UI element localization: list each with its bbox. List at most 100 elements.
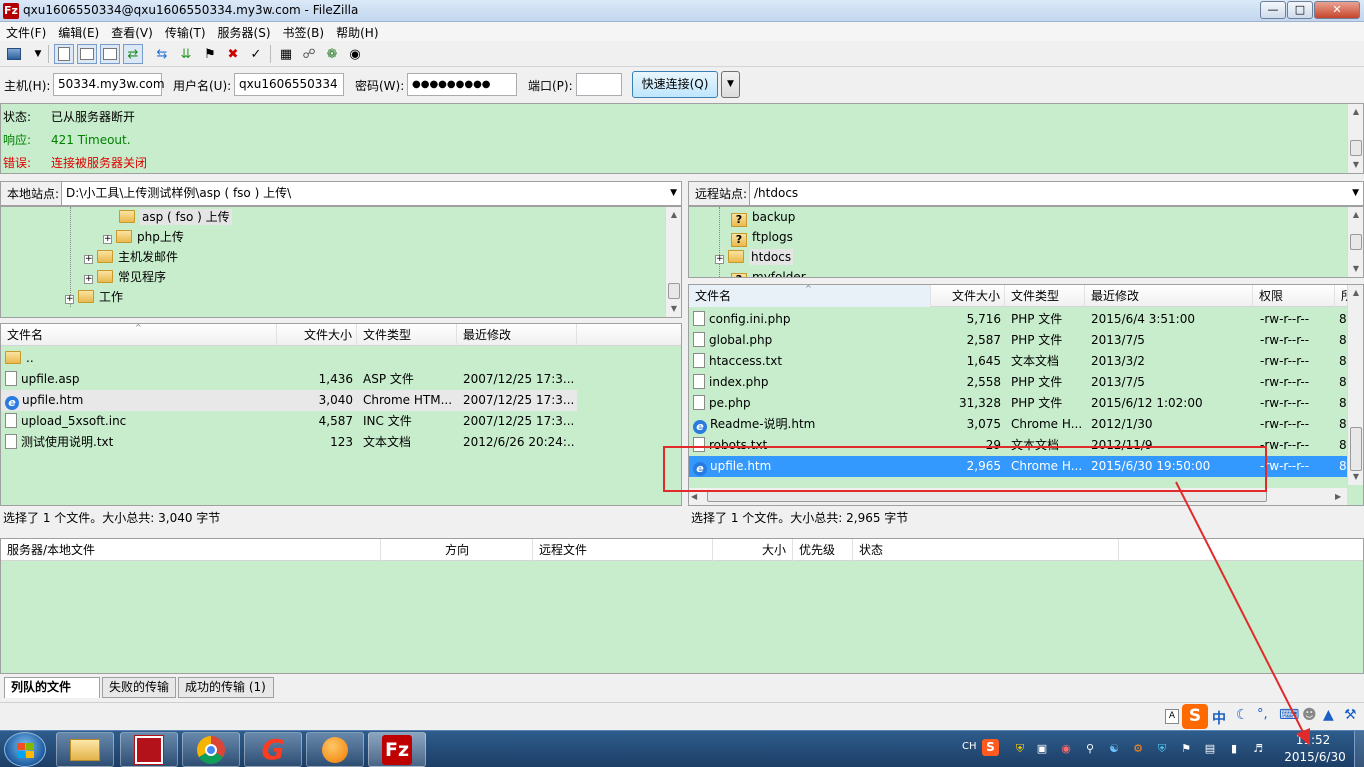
chevron-down-icon[interactable]: ▼ [670, 182, 677, 205]
start-button[interactable] [4, 732, 46, 767]
table-row[interactable]: .. [1, 348, 577, 369]
expand-icon[interactable]: + [84, 255, 93, 264]
keyboard-icon[interactable]: ⌨ [1279, 707, 1299, 723]
column-header-permissions[interactable]: 权限 [1253, 285, 1335, 307]
search-files-icon[interactable]: ◉ [345, 44, 365, 64]
clock-date[interactable]: 2015/6/30 [1280, 750, 1350, 764]
tab-queued-files[interactable]: 列队的文件 [4, 677, 100, 698]
username-input[interactable]: qxu1606550334 [234, 73, 344, 96]
toggle-remote-tree-button[interactable] [100, 44, 120, 64]
security-icon[interactable]: ⛨ [1154, 741, 1170, 757]
toggle-queue-button[interactable]: ⇄ [123, 44, 143, 64]
tree-node[interactable]: asp ( fso ) 上传 [119, 207, 232, 227]
password-input[interactable]: ●●●●●●●●● [407, 73, 517, 96]
half-width-icon[interactable]: ☾ [1236, 707, 1249, 723]
table-row[interactable]: upfile.asp 1,436 ASP 文件 2007/12/25 17:3... [1, 369, 577, 390]
column-header-size[interactable]: 文件大小 [277, 324, 357, 346]
minimize-button[interactable]: — [1260, 1, 1286, 19]
menu-transfer[interactable]: 传输(T) [159, 22, 212, 41]
close-button[interactable]: ✕ [1314, 1, 1360, 19]
quickconnect-button[interactable]: 快速连接(Q) [632, 71, 718, 98]
reconnect-icon[interactable]: ✓ [246, 44, 266, 64]
tab-successful-transfers[interactable]: 成功的传输 (1) [178, 677, 274, 698]
tree-node[interactable]: + 常见程序 [84, 267, 166, 287]
remote-tree-scrollbar[interactable]: ▲ ▼ [1347, 207, 1363, 277]
taskbar-app-button[interactable] [120, 732, 178, 767]
shield-icon[interactable]: ⛨ [1012, 741, 1028, 757]
show-desktop-button[interactable] [1354, 731, 1364, 767]
tree-node[interactable]: + htdocs [715, 247, 794, 267]
signal-icon[interactable]: ▮ [1226, 741, 1242, 757]
clock-time[interactable]: 11:52 [1290, 733, 1336, 747]
ime-mode-label[interactable]: 中 [1212, 708, 1226, 728]
menu-view[interactable]: 查看(V) [105, 22, 159, 41]
tree-node[interactable]: ? myfolder [731, 267, 806, 277]
scroll-up-icon[interactable]: ▲ [1348, 104, 1364, 120]
sogou-ime-icon[interactable]: S [1182, 704, 1208, 729]
table-row[interactable]: global.php 2,587 PHP 文件 2013/7/5 -rw-r--r-- 8 [689, 330, 1347, 351]
column-header-type[interactable]: 文件类型 [1005, 285, 1085, 307]
language-indicator[interactable]: CH [962, 741, 977, 752]
menu-help[interactable]: 帮助(H) [330, 22, 384, 41]
remote-list-scrollbar[interactable]: ▲ ▼ [1347, 285, 1363, 485]
column-header-filename[interactable]: 文件名 ^ [689, 285, 931, 307]
table-row[interactable]: config.ini.php 5,716 PHP 文件 2015/6/4 3:51:0… [689, 309, 1347, 330]
expand-icon[interactable]: + [65, 295, 74, 304]
column-header-status[interactable]: 状态 [853, 539, 1119, 561]
local-tree-scrollbar[interactable]: ▲ ▼ [665, 207, 681, 317]
column-header-modified[interactable]: 最近修改 [1085, 285, 1253, 307]
table-row[interactable]: e upfile.htm 3,040 Chrome HTM... 2007/12/25 … [1, 390, 577, 411]
site-manager-button[interactable] [4, 44, 24, 64]
gear-icon[interactable]: ⚙ [1130, 741, 1146, 757]
taskbar-explorer-button[interactable] [56, 732, 114, 767]
site-manager-dropdown-icon[interactable]: ▼ [28, 44, 48, 64]
taskbar-orange-button[interactable] [306, 732, 364, 767]
expand-icon[interactable]: + [103, 235, 112, 244]
scroll-right-icon[interactable]: ▶ [1335, 488, 1341, 505]
local-path-combo[interactable]: D:\小工具\上传测试样例\asp ( fso ) 上传\ ▼ [61, 181, 682, 206]
menu-server[interactable]: 服务器(S) [212, 22, 277, 41]
scroll-thumb[interactable] [668, 283, 680, 299]
menu-file[interactable]: 文件(F) [0, 22, 52, 41]
ime-toolbar-icon[interactable]: A [1165, 709, 1179, 724]
table-row[interactable]: htaccess.txt 1,645 文本文档 2013/3/2 -rw-r--r-- 8 [689, 351, 1347, 372]
table-row[interactable]: pe.php 31,328 PHP 文件 2015/6/12 1:02:00 -rw-r… [689, 393, 1347, 414]
maximize-button[interactable]: □ [1287, 1, 1313, 19]
scroll-down-icon[interactable]: ▼ [1348, 469, 1363, 485]
taskbar-chrome-button[interactable] [182, 732, 240, 767]
menu-bookmarks[interactable]: 书签(B) [277, 22, 331, 41]
punctuation-icon[interactable]: °, [1257, 707, 1268, 722]
flag-icon[interactable]: ⚑ [1178, 741, 1194, 757]
disconnect-icon[interactable]: ✖ [223, 44, 243, 64]
table-row[interactable]: index.php 2,558 PHP 文件 2013/7/5 -rw-r--r-- 8 [689, 372, 1347, 393]
column-header-size[interactable]: 文件大小 [931, 285, 1005, 307]
column-header-local-file[interactable]: 服务器/本地文件 [1, 539, 381, 561]
sync-icon[interactable]: ☯ [1106, 741, 1122, 757]
scroll-up-icon[interactable]: ▲ [1348, 207, 1363, 223]
expand-icon[interactable]: + [715, 255, 724, 264]
tree-node[interactable]: ? backup [731, 207, 795, 227]
directory-compare-icon[interactable]: ☍ [299, 44, 319, 64]
device-icon[interactable]: ▤ [1202, 741, 1218, 757]
taskbar-filezilla-button[interactable]: Fz [368, 732, 426, 767]
hscroll-thumb[interactable] [707, 491, 1267, 502]
scroll-thumb[interactable] [1350, 140, 1362, 156]
skin-icon[interactable]: ▲ [1323, 707, 1334, 723]
host-input[interactable]: 50334.my3w.com [53, 73, 165, 96]
lock-icon[interactable]: ⚲ [1082, 741, 1098, 757]
taskbar-sogou-button[interactable]: G [244, 732, 302, 767]
toggle-log-button[interactable] [54, 44, 74, 64]
toggle-local-tree-button[interactable] [77, 44, 97, 64]
sogou-tray-icon[interactable]: S [982, 739, 999, 756]
network-tool-icon[interactable]: ▣ [1034, 741, 1050, 757]
tree-node[interactable]: + 工作 [65, 287, 123, 307]
expand-icon[interactable]: + [84, 275, 93, 284]
scroll-down-icon[interactable]: ▼ [1348, 261, 1363, 277]
remote-path-combo[interactable]: /htdocs ▼ [749, 181, 1364, 206]
column-header-priority[interactable]: 优先级 [793, 539, 853, 561]
scroll-up-icon[interactable]: ▲ [666, 207, 681, 223]
column-header-type[interactable]: 文件类型 [357, 324, 457, 346]
cancel-operation-icon[interactable]: ⚑ [200, 44, 220, 64]
log-scrollbar[interactable]: ▲ ▼ [1347, 104, 1363, 173]
user-icon[interactable]: ☻ [1302, 707, 1317, 723]
